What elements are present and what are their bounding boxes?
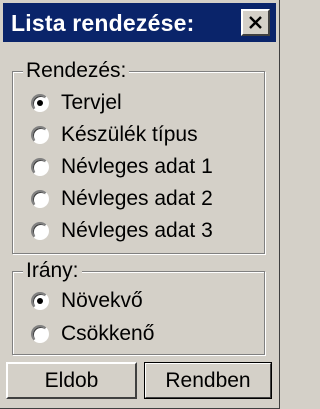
sort-by-group: Rendezés: Tervjel Készülék típus Névlege… <box>12 59 265 254</box>
ok-button[interactable]: Rendben <box>144 362 272 399</box>
direction-legend: Irány: <box>23 259 82 283</box>
radio-novekvo[interactable]: Növekvő <box>13 286 143 316</box>
radio-nevleges-adat-1[interactable]: Névleges adat 1 <box>13 152 213 182</box>
window-title: Lista rendezése: <box>11 10 195 36</box>
radio-label: Névleges adat 2 <box>61 187 213 210</box>
radio-label: Névleges adat 3 <box>61 219 213 242</box>
radio-button[interactable] <box>31 126 49 144</box>
close-button[interactable] <box>241 9 270 36</box>
radio-keszulek-tipus[interactable]: Készülék típus <box>13 120 198 150</box>
radio-nevleges-adat-3[interactable]: Névleges adat 3 <box>13 216 213 246</box>
radio-button[interactable] <box>31 190 49 208</box>
radio-button[interactable] <box>31 222 49 240</box>
discard-button[interactable]: Eldob <box>6 362 137 399</box>
sort-dialog: Lista rendezése: Rendezés: Tervjel Készü… <box>0 0 280 409</box>
sort-by-legend: Rendezés: <box>23 59 130 83</box>
radio-label: Tervjel <box>61 91 122 114</box>
radio-button[interactable] <box>31 325 49 343</box>
direction-group: Irány: Növekvő Csökkenő <box>12 259 265 355</box>
radio-label: Növekvő <box>61 289 143 312</box>
radio-tervjel[interactable]: Tervjel <box>13 88 122 118</box>
radio-label: Készülék típus <box>61 123 198 146</box>
radio-nevleges-adat-2[interactable]: Névleges adat 2 <box>13 184 213 214</box>
title-bar[interactable]: Lista rendezése: <box>3 3 276 42</box>
radio-label: Névleges adat 1 <box>61 155 213 178</box>
close-icon <box>249 16 262 29</box>
radio-button[interactable] <box>31 158 49 176</box>
radio-button[interactable] <box>31 292 49 310</box>
radio-button[interactable] <box>31 94 49 112</box>
radio-csokkeno[interactable]: Csökkenő <box>13 319 154 349</box>
radio-label: Csökkenő <box>61 322 155 345</box>
